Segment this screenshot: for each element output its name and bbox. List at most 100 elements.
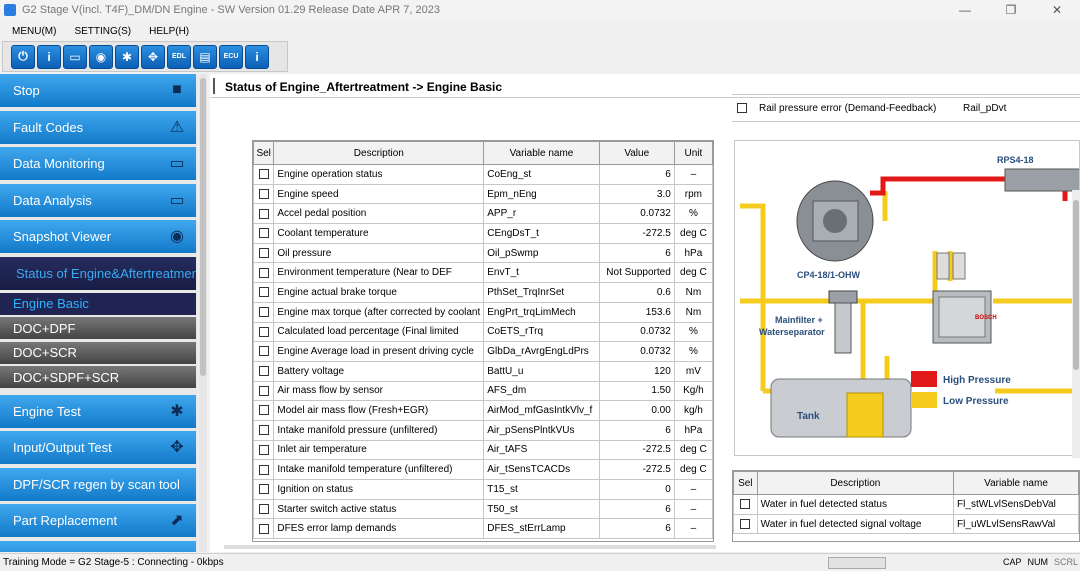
row-checkbox[interactable]: [258, 464, 269, 475]
sidebar-item-data-analysis[interactable]: Data Analysis ▭: [0, 183, 196, 217]
table-row[interactable]: Engine actual brake torque PthSet_TrqInrS…: [253, 282, 713, 303]
table-row[interactable]: Accel pedal position APP_r 0.0732%: [253, 203, 713, 225]
table-row[interactable]: Environment temperature (Near to DEF EnvT…: [253, 262, 713, 284]
row-checkbox[interactable]: [258, 444, 269, 455]
table-row[interactable]: Starter switch active status T50_st 6–: [253, 498, 713, 520]
column-header-value[interactable]: Value: [598, 141, 675, 165]
camera-toolbar-button[interactable]: ◉: [89, 44, 113, 69]
column-header-description[interactable]: Description: [273, 141, 485, 165]
row-checkbox[interactable]: [258, 346, 269, 357]
sidebar-item-fault-codes[interactable]: Fault Codes ⚠: [0, 110, 196, 144]
sidebar-item-engine-test[interactable]: Engine Test ✱: [0, 394, 196, 428]
about-toolbar-button[interactable]: i: [245, 44, 269, 69]
column-header-variable-name[interactable]: Variable name: [483, 141, 600, 165]
sidebar-item-stop[interactable]: Stop ■: [0, 74, 196, 107]
row-value: -272.5: [598, 459, 675, 480]
row-checkbox[interactable]: [258, 405, 269, 416]
table-row[interactable]: Intake manifold temperature (unfiltered)…: [253, 459, 713, 480]
row-checkbox[interactable]: [740, 518, 751, 529]
column-header-sel[interactable]: Sel: [253, 141, 275, 165]
row-checkbox[interactable]: [258, 425, 269, 436]
sidebar-subitem-doc-sdpf-scr[interactable]: DOC+SDPF+SCR: [0, 366, 196, 388]
row-checkbox[interactable]: [258, 385, 269, 396]
right-panel-scrollbar[interactable]: [1072, 190, 1080, 458]
row-unit: deg C: [673, 223, 713, 244]
row-checkbox[interactable]: [258, 228, 269, 239]
table-row[interactable]: Water in fuel detected status Fl_stWLvlSe…: [733, 494, 1079, 515]
table-row[interactable]: Water in fuel detected signal voltage Fl_…: [733, 513, 1079, 535]
water-in-fuel-table-container[interactable]: Sel Description Variable name Water in fue…: [732, 470, 1080, 542]
sidebar-section-status[interactable]: Status of Engine&Aftertreatment: [0, 256, 196, 290]
rail-pressure-row[interactable]: Rail pressure error (Demand-Feedback) Ra…: [732, 94, 1080, 122]
edl-toolbar-button[interactable]: EDL: [167, 44, 191, 69]
menu-menu[interactable]: MENU(M): [0, 26, 62, 37]
row-checkbox[interactable]: [258, 188, 269, 199]
row-description: Ignition on status: [273, 479, 485, 500]
table-row[interactable]: Calculated load percentage (Final limite…: [253, 321, 713, 343]
table-row[interactable]: Intake manifold pressure (unfiltered) Air…: [253, 419, 713, 441]
engine-basic-table-container[interactable]: Sel Description Variable name Value Unit Eng…: [252, 140, 714, 542]
sidebar-item-variant-coding[interactable]: Variant Coding: [0, 540, 196, 552]
table-row[interactable]: Engine max torque (after corrected by co…: [253, 301, 713, 323]
table-row[interactable]: Engine operation status CoEng_st 6–: [253, 164, 713, 185]
row-checkbox[interactable]: [258, 208, 269, 219]
table-row[interactable]: Air mass flow by sensor AFS_dm 1.50 Kg/h: [253, 380, 713, 402]
sidebar-subitem-doc-scr[interactable]: DOC+SCR: [0, 341, 196, 364]
sidebar-scrollbar[interactable]: [199, 74, 207, 552]
row-checkbox[interactable]: [258, 366, 269, 377]
table-row[interactable]: Ignition on status T15_st 0–: [253, 479, 713, 500]
sidebar-item-part-replacement[interactable]: Part Replacement ⬈: [0, 504, 196, 537]
info-toolbar-button[interactable]: i: [37, 44, 61, 69]
table-row[interactable]: Model air mass flow (Fresh+EGR) AirMod_mf…: [253, 400, 713, 421]
row-checkbox[interactable]: [258, 169, 269, 180]
row-checkbox[interactable]: [740, 499, 751, 510]
row-checkbox[interactable]: [258, 287, 269, 298]
table-row[interactable]: DFES error lamp demands DFES_stErrLamp 6–: [253, 518, 713, 540]
sidebar-item-dpf-scr-regen-by-scan-tool[interactable]: DPF/SCR regen by scan tool: [0, 467, 196, 501]
monitor-toolbar-button[interactable]: ▭: [63, 44, 87, 69]
column-header-variable-name[interactable]: Variable name: [953, 471, 1079, 495]
row-checkbox[interactable]: [258, 326, 269, 337]
table-horizontal-scrollbar[interactable]: [224, 545, 716, 549]
sidebar-subitem-doc-dpf[interactable]: DOC+DPF: [0, 317, 196, 339]
ecu-toolbar-button[interactable]: ECU: [219, 44, 243, 69]
column-header-sel[interactable]: Sel: [733, 471, 758, 495]
table-row[interactable]: Coolant temperature CEngDsT_t -272.5 deg C: [253, 223, 713, 244]
row-description: Oil pressure: [273, 242, 485, 264]
network-toolbar-button[interactable]: ✥: [141, 44, 165, 69]
table-row[interactable]: Engine Average load in present driving c…: [253, 341, 713, 362]
row-checkbox[interactable]: [258, 267, 269, 278]
sidebar-subitem-engine-basic[interactable]: Engine Basic: [0, 292, 196, 315]
minimize-button[interactable]: —: [942, 0, 988, 20]
column-header-unit[interactable]: Unit: [673, 141, 713, 165]
table-row[interactable]: Oil pressure Oil_pSwmp 6 hPa: [253, 242, 713, 264]
power-toolbar-button[interactable]: ⏻: [11, 44, 35, 69]
row-checkbox[interactable]: [258, 484, 269, 495]
restore-button[interactable]: ❐: [988, 0, 1034, 20]
sidebar-scroll-thumb[interactable]: [200, 78, 206, 376]
warning-icon: ⚠: [169, 118, 185, 136]
menu-help[interactable]: HELP(H): [137, 26, 195, 37]
row-checkbox[interactable]: [258, 307, 269, 318]
row-variable: Air_pSensPlntkVUs: [483, 419, 600, 441]
table-row[interactable]: Engine speed Epm_nEng 3.0 rpm: [253, 183, 713, 205]
row-variable: EngPrt_trqLimMech: [483, 301, 600, 323]
row-checkbox[interactable]: [258, 247, 269, 258]
engine-test-toolbar-button[interactable]: ✱: [115, 44, 139, 69]
row-checkbox[interactable]: [258, 503, 269, 514]
row-select-cell: [253, 282, 275, 303]
close-button[interactable]: ✕: [1034, 0, 1080, 20]
menu-setting[interactable]: SETTING(S): [62, 26, 137, 37]
row-value: 6: [598, 242, 675, 264]
column-header-description[interactable]: Description: [756, 471, 955, 495]
row-checkbox[interactable]: [737, 103, 747, 113]
sidebar-item-snapshot-viewer[interactable]: Snapshot Viewer ◉: [0, 220, 196, 253]
sidebar-item-input-output-test[interactable]: Input/Output Test ✥: [0, 431, 196, 464]
table-row[interactable]: Battery voltage BattU_u 120 mV: [253, 360, 713, 382]
can-toolbar-button[interactable]: ▤: [193, 44, 217, 69]
row-checkbox[interactable]: [258, 523, 269, 534]
row-variable: Fl_uWLvlSensRawVal: [953, 513, 1079, 535]
right-scroll-thumb[interactable]: [1073, 200, 1079, 370]
sidebar-item-data-monitoring[interactable]: Data Monitoring ▭: [0, 147, 196, 180]
table-row[interactable]: Inlet air temperature Air_tAFS -272.5 deg C: [253, 439, 713, 461]
